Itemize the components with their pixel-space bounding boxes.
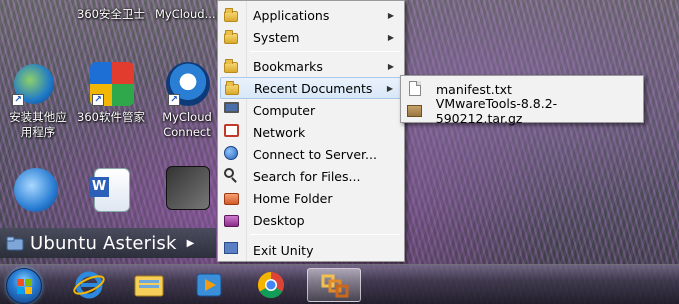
menu-item-applications[interactable]: Applications ▶ bbox=[220, 4, 402, 26]
shortcut-arrow-icon: ↗ bbox=[92, 94, 104, 106]
mycloud-connect-label-line1: MyCloud bbox=[162, 110, 212, 124]
taskbar-media-player[interactable] bbox=[182, 268, 236, 302]
desktop-app-icon-blue[interactable] bbox=[14, 168, 58, 212]
network-icon bbox=[224, 124, 240, 140]
taskbar-internet-explorer[interactable] bbox=[62, 268, 116, 302]
folder-icon bbox=[224, 58, 240, 74]
unity-main-menu: Applications ▶ System ▶ Bookmarks ▶ Rece… bbox=[217, 0, 405, 262]
desktop-label-360: 360安全卫士 bbox=[77, 7, 145, 21]
menu-item-home-folder[interactable]: Home Folder bbox=[220, 187, 402, 209]
word-w-icon: W bbox=[89, 177, 109, 197]
menu-item-label: Exit Unity bbox=[253, 242, 314, 258]
install-apps-label: 安装其他应 用程序 bbox=[5, 110, 71, 140]
chevron-right-icon: ▶ bbox=[387, 10, 394, 20]
taskbar bbox=[0, 264, 679, 304]
recent-doc-vmwaretools[interactable]: VMwareTools-8.8.2-590212.tar.gz bbox=[403, 96, 641, 126]
menu-item-label: Home Folder bbox=[253, 190, 333, 206]
menu-item-label: Network bbox=[253, 124, 306, 140]
360-software-manager-label: 360软件管家 bbox=[77, 110, 145, 124]
chevron-right-icon: ▶ bbox=[186, 237, 195, 249]
word-document-icon[interactable]: W bbox=[89, 168, 130, 212]
menu-item-search-for-files[interactable]: Search for Files... bbox=[220, 165, 402, 187]
chevron-right-icon: ▶ bbox=[386, 83, 393, 93]
vmware-icon bbox=[321, 274, 349, 298]
network-connection-icon[interactable] bbox=[166, 166, 210, 210]
menu-item-desktop[interactable]: Desktop bbox=[220, 209, 402, 231]
shortcut-arrow-icon: ↗ bbox=[12, 94, 24, 106]
chevron-right-icon: ▶ bbox=[387, 32, 394, 42]
taskbar-vmware-unity[interactable] bbox=[307, 268, 361, 302]
unity-launcher-bar[interactable]: Ubuntu Asterisk ▶ bbox=[0, 228, 216, 258]
folder-icon bbox=[6, 234, 24, 252]
install-apps-label-line2: 用程序 bbox=[20, 125, 56, 139]
folder-icon bbox=[224, 29, 240, 45]
menu-item-label: Recent Documents bbox=[254, 80, 373, 96]
home-folder-icon bbox=[224, 190, 240, 206]
archive-icon bbox=[407, 103, 423, 119]
menu-item-label: Desktop bbox=[253, 212, 305, 228]
mycloud-connect-label-line2: Connect bbox=[163, 125, 211, 139]
menu-item-exit-unity[interactable]: Exit Unity bbox=[220, 239, 402, 261]
taskbar-file-explorer[interactable] bbox=[122, 268, 176, 302]
media-player-icon bbox=[196, 273, 222, 297]
computer-icon bbox=[224, 102, 240, 118]
menu-item-label: Applications bbox=[253, 7, 330, 23]
folder-icon bbox=[225, 80, 241, 96]
menu-item-label: Computer bbox=[253, 102, 316, 118]
exit-unity-icon bbox=[224, 242, 240, 258]
unity-title: Ubuntu Asterisk bbox=[30, 232, 177, 254]
menu-item-bookmarks[interactable]: Bookmarks ▶ bbox=[220, 55, 402, 77]
desktop-label-mycloud-top: MyCloud... bbox=[155, 7, 216, 21]
chevron-right-icon: ▶ bbox=[387, 61, 394, 71]
menu-separator bbox=[250, 51, 400, 52]
menu-item-connect-to-server[interactable]: Connect to Server... bbox=[220, 143, 402, 165]
menu-separator bbox=[250, 234, 400, 235]
menu-item-network[interactable]: Network bbox=[220, 121, 402, 143]
menu-item-recent-documents[interactable]: Recent Documents ▶ bbox=[220, 77, 402, 99]
start-button[interactable] bbox=[6, 268, 42, 304]
menu-item-label: Bookmarks bbox=[253, 58, 323, 74]
shortcut-arrow-icon: ↗ bbox=[168, 94, 180, 106]
internet-explorer-icon bbox=[73, 271, 105, 299]
install-apps-label-line1: 安装其他应 bbox=[9, 110, 67, 124]
menu-item-label: System bbox=[253, 29, 300, 45]
recent-doc-label: manifest.txt bbox=[436, 81, 512, 97]
mycloud-connect-label: MyCloud Connect bbox=[158, 110, 216, 140]
chrome-icon bbox=[257, 271, 284, 299]
menu-item-label: Connect to Server... bbox=[253, 146, 377, 162]
folder-icon bbox=[224, 7, 240, 23]
menu-item-label: Search for Files... bbox=[253, 168, 361, 184]
text-file-icon bbox=[407, 81, 423, 97]
recent-doc-label: VMwareTools-8.8.2-590212.tar.gz bbox=[435, 96, 558, 126]
search-icon bbox=[224, 168, 240, 184]
folder-icon bbox=[134, 275, 164, 297]
globe-icon bbox=[224, 146, 240, 162]
taskbar-chrome[interactable] bbox=[244, 268, 298, 302]
desktop-folder-icon bbox=[224, 212, 240, 228]
menu-item-system[interactable]: System ▶ bbox=[220, 26, 402, 48]
menu-item-computer[interactable]: Computer bbox=[220, 99, 402, 121]
recent-documents-submenu: manifest.txt VMwareTools-8.8.2-590212.ta… bbox=[400, 75, 644, 126]
